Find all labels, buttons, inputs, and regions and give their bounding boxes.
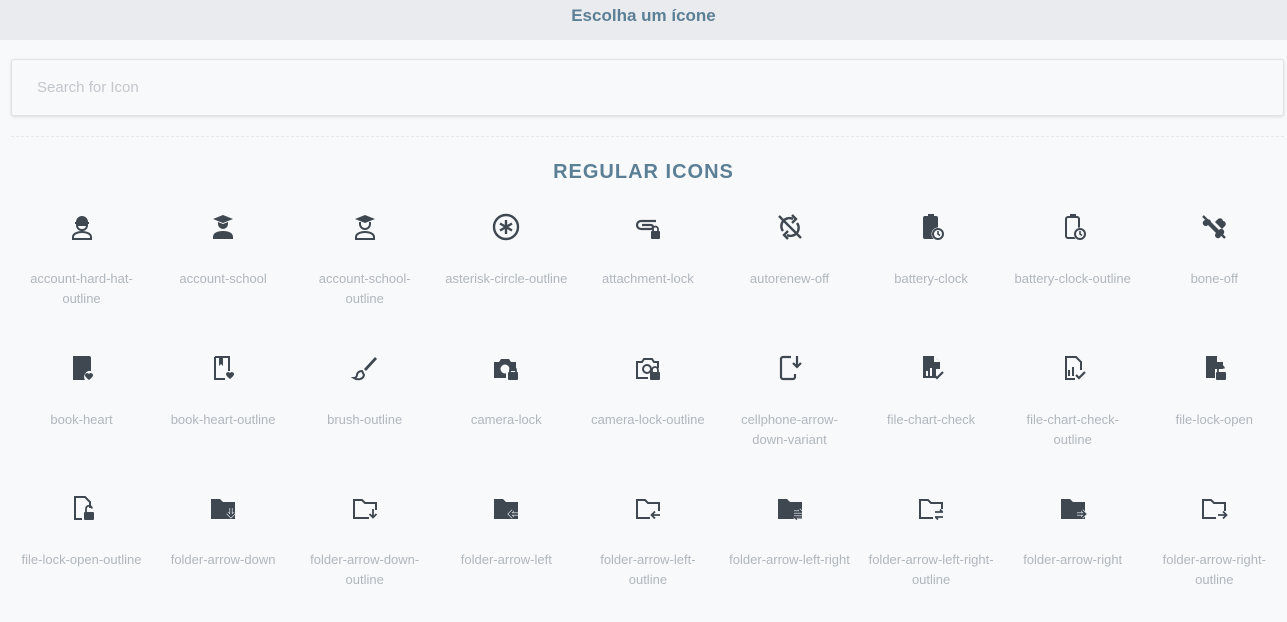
icon-item-folder-arrow-left-right-outline[interactable]: folder-arrow-left-right-outline: [861, 492, 1002, 590]
icon-item-label: account-hard-hat-outline: [30, 271, 133, 306]
camera-lock-outline-icon: [632, 352, 664, 384]
icon-item-label: folder-arrow-right: [1023, 552, 1123, 567]
icon-item-label: folder-arrow-left: [460, 552, 552, 567]
icon-item-label: book-heart: [50, 411, 113, 427]
section-title: REGULAR ICONS: [553, 161, 734, 183]
folder-arrow-left-right-outline-icon: [915, 492, 947, 524]
icon-item-label: folder-arrow-down-outline: [310, 552, 420, 587]
cellphone-arrow-down-variant-icon: [774, 352, 806, 384]
book-heart-icon: [66, 352, 98, 384]
folder-arrow-down-outline-icon: [349, 492, 381, 524]
icon-item-label: file-lock-open: [1175, 411, 1253, 427]
autorenew-off-icon: [774, 211, 806, 243]
icon-item-label: account-school: [179, 271, 267, 286]
icon-item-label: folder-arrow-left-right: [729, 552, 850, 567]
icon-item-file-chart-check-outline[interactable]: file-chart-check-outline: [1002, 352, 1143, 450]
account-hard-hat-outline-icon: [66, 211, 98, 243]
camera-lock-icon: [490, 352, 522, 384]
icon-item-account-school-outline[interactable]: account-school-outline: [294, 211, 435, 309]
folder-arrow-left-icon: [490, 492, 522, 524]
folder-arrow-left-outline-icon: [632, 492, 664, 524]
icon-item-autorenew-off[interactable]: autorenew-off: [719, 211, 860, 289]
icon-item-battery-clock[interactable]: battery-clock: [861, 211, 1002, 289]
account-school-icon: [207, 211, 239, 243]
icon-item-cellphone-arrow-down-variant[interactable]: cellphone-arrow-down-variant: [719, 352, 860, 450]
icon-item-label: file-lock-open-outline: [21, 552, 142, 567]
icon-item-battery-clock-outline[interactable]: battery-clock-outline: [1002, 211, 1143, 289]
icon-item-label: file-chart-check: [887, 411, 976, 427]
dialog-title: Escolha um ícone: [571, 6, 716, 25]
bone-off-icon: [1198, 211, 1230, 243]
icon-item-file-lock-open-outline[interactable]: file-lock-open-outline: [11, 492, 152, 570]
icon-item-folder-arrow-down[interactable]: folder-arrow-down: [153, 492, 294, 570]
icon-item-camera-lock[interactable]: camera-lock: [436, 352, 577, 430]
folder-arrow-right-icon: [1057, 492, 1089, 524]
icon-item-label: camera-lock-outline: [591, 411, 705, 427]
icon-item-label: file-chart-check-outline: [1026, 411, 1119, 447]
icon-item-folder-arrow-right[interactable]: folder-arrow-right: [1002, 492, 1143, 570]
icon-item-account-hard-hat-outline[interactable]: account-hard-hat-outline: [11, 211, 152, 309]
icon-item-folder-arrow-left-outline[interactable]: folder-arrow-left-outline: [577, 492, 718, 590]
icon-item-folder-arrow-right-outline[interactable]: folder-arrow-right-outline: [1144, 492, 1285, 590]
icon-item-file-lock-open[interactable]: file-lock-open: [1144, 352, 1285, 430]
folder-arrow-down-icon: [207, 492, 239, 524]
brush-outline-icon: [349, 352, 381, 384]
icon-item-file-chart-check[interactable]: file-chart-check: [861, 352, 1002, 430]
icon-item-folder-arrow-left-right[interactable]: folder-arrow-left-right: [719, 492, 860, 570]
icon-item-label: bone-off: [1190, 271, 1239, 286]
divider: [11, 136, 1284, 137]
icon-item-folder-arrow-left[interactable]: folder-arrow-left: [436, 492, 577, 570]
icon-item-label: folder-arrow-right-outline: [1162, 552, 1266, 587]
icon-item-label: attachment-lock: [602, 271, 694, 286]
icon-item-label: account-school-outline: [318, 271, 411, 306]
book-heart-outline-icon: [207, 352, 239, 384]
file-lock-open-icon: [1198, 352, 1230, 384]
icon-item-account-school[interactable]: account-school: [153, 211, 294, 289]
icon-item-label: battery-clock: [894, 271, 968, 286]
icon-item-camera-lock-outline[interactable]: camera-lock-outline: [577, 352, 718, 430]
asterisk-circle-outline-icon: [490, 211, 522, 243]
icon-item-label: folder-arrow-down: [170, 552, 276, 567]
icon-item-folder-arrow-down-outline[interactable]: folder-arrow-down-outline: [294, 492, 435, 590]
icon-item-asterisk-circle-outline[interactable]: asterisk-circle-outline: [436, 211, 577, 289]
icon-item-label: asterisk-circle-outline: [445, 271, 568, 286]
icon-item-attachment-lock[interactable]: attachment-lock: [577, 211, 718, 289]
icon-item-label: brush-outline: [327, 411, 403, 427]
battery-clock-icon: [915, 211, 947, 243]
search-bar: [0, 40, 1287, 116]
folder-arrow-right-outline-icon: [1198, 492, 1230, 524]
folder-arrow-left-right-icon: [774, 492, 806, 524]
dialog-header: Escolha um ícone: [0, 0, 1287, 40]
file-chart-check-outline-icon: [1057, 352, 1089, 384]
icon-grid: account-hard-hat-outline account-school ac…: [0, 211, 1287, 595]
icon-item-label: folder-arrow-left-outline: [600, 552, 696, 587]
icon-item-book-heart[interactable]: book-heart: [11, 352, 152, 430]
icon-item-label: camera-lock: [470, 411, 542, 427]
icon-item-label: autorenew-off: [749, 271, 830, 286]
file-chart-check-icon: [915, 352, 947, 384]
account-school-outline-icon: [349, 211, 381, 243]
file-lock-open-outline-icon: [66, 492, 98, 524]
icon-item-label: folder-arrow-left-right-outline: [868, 552, 994, 587]
icon-item-bone-off[interactable]: bone-off: [1144, 211, 1285, 289]
icon-item-label: book-heart-outline: [170, 411, 276, 427]
icon-item-book-heart-outline[interactable]: book-heart-outline: [153, 352, 294, 430]
search-input[interactable]: [11, 59, 1284, 116]
battery-clock-outline-icon: [1057, 211, 1089, 243]
icon-item-brush-outline[interactable]: brush-outline: [294, 352, 435, 430]
attachment-lock-icon: [632, 211, 664, 243]
icon-item-label: cellphone-arrow-down-variant: [741, 411, 838, 447]
icon-item-label: battery-clock-outline: [1014, 271, 1131, 286]
